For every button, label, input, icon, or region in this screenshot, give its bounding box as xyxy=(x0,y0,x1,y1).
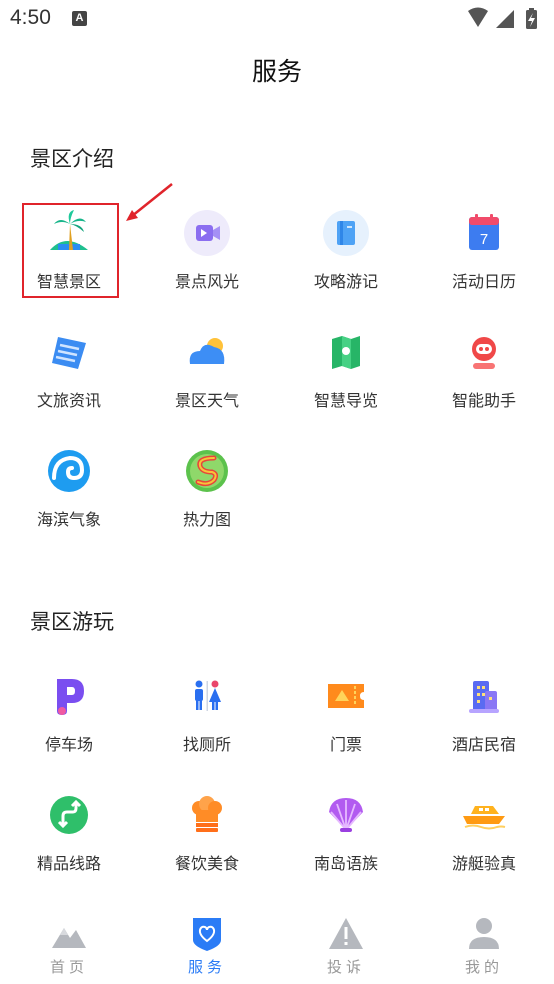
restroom-icon xyxy=(184,673,230,719)
page-title: 服务 xyxy=(251,57,302,86)
service-label: 海滨气象 xyxy=(36,510,101,529)
service-label: 文旅资讯 xyxy=(36,391,101,410)
service-yacht-verify[interactable]: 游艇验真 xyxy=(415,792,553,888)
service-label: 活动日历 xyxy=(451,272,516,291)
service-austronesian[interactable]: 南岛语族 xyxy=(277,792,415,888)
service-parking[interactable]: 停车场 xyxy=(0,673,138,769)
service-routes[interactable]: 精品线路 xyxy=(0,792,138,888)
service-label: 热力图 xyxy=(182,510,231,529)
service-heatmap[interactable]: 热力图 xyxy=(138,448,276,544)
battery-icon xyxy=(526,8,537,29)
bottom-tab-bar: 首页 服务 投诉 我的 xyxy=(0,904,554,984)
service-label: 南岛语族 xyxy=(313,854,378,873)
warning-triangle-icon xyxy=(327,916,365,952)
service-label: 门票 xyxy=(329,735,362,754)
service-tickets[interactable]: 门票 xyxy=(277,673,415,769)
heart-shield-icon xyxy=(188,916,226,952)
service-smart-tour[interactable]: 智慧导览 xyxy=(277,329,415,425)
status-icons xyxy=(466,7,546,35)
service-smart-assistant[interactable]: 智能助手 xyxy=(415,329,553,425)
service-hotel[interactable]: 酒店民宿 xyxy=(415,673,553,769)
tab-label: 我的 xyxy=(464,958,503,976)
svg-text:7: 7 xyxy=(480,231,488,248)
tab-label: 首页 xyxy=(49,958,88,976)
section-title-intro: 景区介绍 xyxy=(30,147,114,171)
tab-home[interactable]: 首页 xyxy=(0,904,138,984)
user-profile-icon xyxy=(465,916,503,952)
shell-icon xyxy=(323,792,369,838)
tab-services[interactable]: 服务 xyxy=(138,904,276,984)
tab-complaints[interactable]: 投诉 xyxy=(277,904,415,984)
hotel-building-icon xyxy=(461,673,507,719)
status-bar: 4:50 A xyxy=(0,0,554,38)
service-label: 餐饮美食 xyxy=(174,854,239,873)
service-label: 智能助手 xyxy=(451,391,516,410)
tab-profile[interactable]: 我的 xyxy=(415,904,553,984)
service-label: 游艇验真 xyxy=(451,854,516,873)
service-restroom[interactable]: 找厕所 xyxy=(138,673,276,769)
tab-label: 服务 xyxy=(187,958,226,976)
route-icon xyxy=(46,792,92,838)
notification-a-icon: A xyxy=(72,11,87,26)
robot-assistant-icon xyxy=(461,329,507,375)
tab-label: 投诉 xyxy=(326,958,365,976)
wifi-icon xyxy=(468,7,488,27)
service-label: 景点风光 xyxy=(174,272,239,291)
service-label: 攻略游记 xyxy=(313,272,378,291)
signal-icon xyxy=(496,10,514,28)
service-weather[interactable]: 景区天气 xyxy=(138,329,276,425)
highlight-box xyxy=(22,203,119,298)
book-icon xyxy=(323,210,369,256)
service-label: 精品线路 xyxy=(36,854,101,873)
service-calendar[interactable]: 7 活动日历 xyxy=(415,210,553,306)
service-label: 景区天气 xyxy=(174,391,239,410)
service-dining[interactable]: 餐饮美食 xyxy=(138,792,276,888)
chef-hat-icon xyxy=(184,792,230,838)
calendar-icon: 7 xyxy=(461,210,507,256)
weather-cloud-icon xyxy=(184,329,230,375)
service-label: 酒店民宿 xyxy=(451,735,516,754)
mountain-home-icon xyxy=(50,916,88,952)
video-camera-icon xyxy=(184,210,230,256)
section-title-play: 景区游玩 xyxy=(30,610,114,634)
yacht-icon xyxy=(461,792,507,838)
annotation-arrow-icon xyxy=(126,183,173,221)
service-travel-news[interactable]: 文旅资讯 xyxy=(0,329,138,425)
service-label: 停车场 xyxy=(44,735,93,754)
heatmap-icon xyxy=(184,448,230,494)
service-travel-guide[interactable]: 攻略游记 xyxy=(277,210,415,306)
service-label: 智慧导览 xyxy=(313,391,378,410)
status-time: 4:50 xyxy=(10,6,51,29)
service-label: 找厕所 xyxy=(182,735,231,754)
map-guide-icon xyxy=(323,329,369,375)
wave-icon xyxy=(46,448,92,494)
service-coastal-weather[interactable]: 海滨气象 xyxy=(0,448,138,544)
news-scroll-icon xyxy=(46,329,92,375)
ticket-icon xyxy=(323,673,369,719)
parking-icon xyxy=(46,673,92,719)
